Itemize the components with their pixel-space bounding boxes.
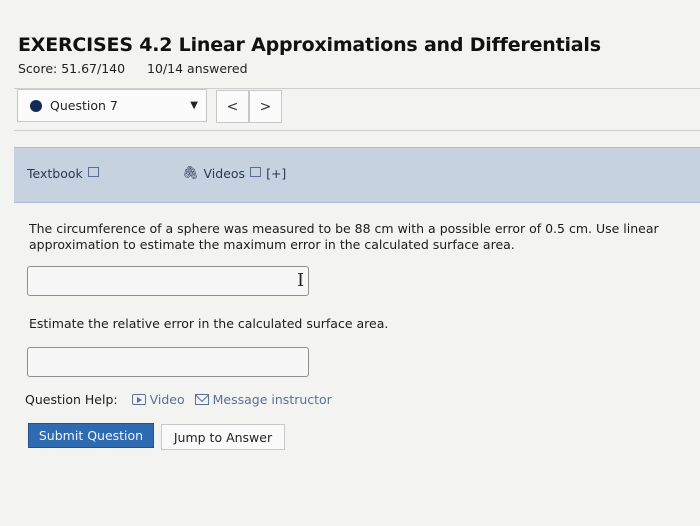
submit-question-button[interactable]: Submit Question <box>28 423 154 448</box>
question-text-part1: The circumference of a sphere was measur… <box>29 221 659 252</box>
status-dot-icon <box>30 99 42 112</box>
answered-count: 10/14 answered <box>147 61 248 76</box>
text-cursor-icon: I <box>297 270 305 291</box>
prev-question-button[interactable]: < <box>216 90 249 123</box>
question-select[interactable]: Question 7 ▼ <box>17 89 207 122</box>
question-select-label: Question 7 <box>50 98 118 113</box>
videos-label: Videos <box>203 166 246 181</box>
textbook-link[interactable]: Textbook <box>27 166 99 181</box>
answer-input-2[interactable] <box>27 347 309 377</box>
next-question-button[interactable]: > <box>249 90 282 123</box>
textbook-label: Textbook <box>27 166 83 181</box>
external-link-icon <box>250 166 262 177</box>
mail-icon <box>194 394 209 405</box>
answer-input-1[interactable] <box>27 266 309 296</box>
resources-bar: Textbook 🖇︎ Videos [+] <box>14 147 700 203</box>
score-row: Score: 51.67/140 10/14 answered <box>18 61 266 76</box>
question-text-part2: Estimate the relative error in the calcu… <box>29 316 389 331</box>
caret-down-icon: ▼ <box>190 100 198 111</box>
score-text: Score: 51.67/140 <box>18 61 126 76</box>
jump-to-answer-button[interactable]: Jump to Answer <box>161 424 285 450</box>
videos-link[interactable]: 🖇︎ Videos [+] <box>182 166 286 181</box>
external-link-icon <box>87 166 99 177</box>
message-instructor-link[interactable]: Message instructor <box>213 392 332 407</box>
videos-expand[interactable]: [+] <box>266 166 286 181</box>
divider <box>14 130 700 131</box>
question-help-label: Question Help: <box>25 392 118 407</box>
paperclip-icon: 🖇︎ <box>182 166 199 181</box>
play-icon <box>131 394 146 405</box>
help-video-link[interactable]: Video <box>150 392 185 407</box>
question-help: Question Help: Video Message instructor <box>25 392 332 407</box>
page-title: EXERCISES 4.2 Linear Approximations and … <box>18 34 601 56</box>
